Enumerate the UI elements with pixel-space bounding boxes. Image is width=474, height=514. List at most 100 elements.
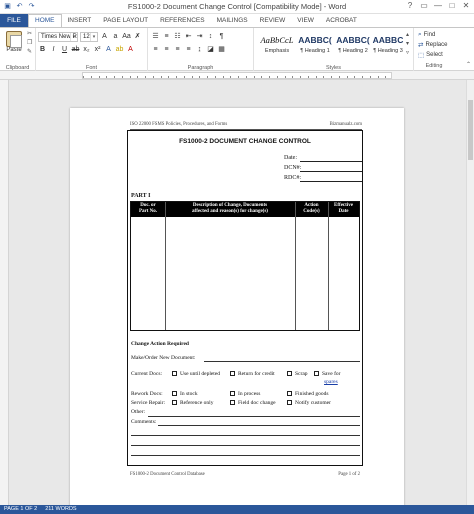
bullets-icon[interactable]: ☰: [151, 32, 160, 41]
word-count[interactable]: 211 WORDS: [45, 505, 76, 514]
notify-customer-option[interactable]: Notify customer: [287, 400, 331, 406]
ribbon-display-icon[interactable]: ▭: [419, 1, 429, 11]
vertical-scrollbar[interactable]: [466, 80, 474, 505]
select-button[interactable]: ⬚ Select: [418, 51, 443, 59]
grow-font-icon[interactable]: A: [100, 32, 109, 41]
checkbox[interactable]: [230, 391, 235, 397]
cut-icon[interactable]: ✂: [27, 31, 36, 38]
clipboard-icon: [6, 31, 22, 48]
comments-line[interactable]: [131, 435, 360, 436]
ruler-tick: [160, 76, 162, 78]
field-doc-option[interactable]: Field doc change: [230, 400, 276, 406]
shading-icon[interactable]: ◪: [206, 45, 215, 54]
checkbox[interactable]: [230, 371, 235, 377]
tab-page-layout[interactable]: PAGE LAYOUT: [97, 14, 154, 27]
find-button[interactable]: ⌕ Find: [418, 31, 435, 39]
align-right-icon[interactable]: ≡: [173, 45, 182, 54]
copy-icon[interactable]: ❐: [27, 40, 36, 47]
checkbox[interactable]: [230, 400, 235, 406]
paste-button[interactable]: Paste: [4, 31, 24, 53]
numbering-icon[interactable]: ≡: [162, 32, 171, 41]
save-for-option[interactable]: Save for: [314, 371, 340, 377]
ribbon-tabs: FILE HOME INSERT PAGE LAYOUT REFERENCES …: [0, 14, 474, 27]
close-icon[interactable]: ✕: [461, 1, 471, 11]
comments-line[interactable]: [131, 455, 360, 456]
style-sample: AABBC: [372, 35, 404, 45]
comments-line[interactable]: [158, 425, 360, 426]
italic-icon[interactable]: I: [49, 45, 58, 54]
checkbox[interactable]: [172, 391, 177, 397]
subscript-icon[interactable]: x₂: [82, 45, 91, 54]
other-line[interactable]: [148, 416, 360, 417]
rdc-field[interactable]: RDC#:: [284, 175, 362, 182]
decrease-indent-icon[interactable]: ⇤: [184, 32, 193, 41]
checkbox[interactable]: [287, 400, 292, 406]
highlight-icon[interactable]: ab: [115, 45, 124, 54]
help-icon[interactable]: ?: [405, 1, 415, 11]
return-credit-option[interactable]: Return for credit: [230, 371, 275, 377]
style-heading-2[interactable]: AABBC( ¶ Heading 2: [334, 31, 372, 57]
change-table[interactable]: Doc. or Part No. Description of Change, D…: [130, 201, 360, 331]
justify-icon[interactable]: ≡: [184, 45, 193, 54]
show-marks-icon[interactable]: ¶: [217, 32, 226, 41]
shrink-font-icon[interactable]: a: [111, 32, 120, 41]
bold-icon[interactable]: B: [38, 45, 47, 54]
borders-icon[interactable]: ▦: [217, 45, 226, 54]
checkbox[interactable]: [172, 400, 177, 406]
checkbox[interactable]: [287, 371, 292, 377]
change-case-icon[interactable]: Aa: [122, 32, 131, 41]
styles-scroll[interactable]: ▴ ▾ ▿: [406, 31, 413, 58]
finished-goods-option[interactable]: Finished goods: [287, 391, 328, 397]
font-name-combo[interactable]: Times New R ▾: [38, 32, 78, 42]
scrap-option[interactable]: Scrap: [287, 371, 308, 377]
replace-button[interactable]: ⇄ Replace: [418, 41, 447, 49]
strikethrough-icon[interactable]: ab: [71, 45, 80, 54]
checkbox[interactable]: [172, 371, 177, 377]
minimize-icon[interactable]: —: [433, 1, 443, 11]
scrollbar-thumb[interactable]: [468, 100, 473, 160]
align-left-icon[interactable]: ≡: [151, 45, 160, 54]
horizontal-ruler[interactable]: [0, 71, 474, 80]
style-heading-1[interactable]: AABBC( ¶ Heading 1: [296, 31, 334, 57]
style-emphasis[interactable]: AaBbCcL Emphasis: [258, 31, 296, 57]
dcn-field[interactable]: DCN#:: [284, 165, 362, 172]
checkbox[interactable]: [314, 371, 319, 377]
maximize-icon[interactable]: □: [447, 1, 457, 11]
tab-review[interactable]: REVIEW: [254, 14, 292, 27]
make-order-line[interactable]: [204, 361, 360, 362]
tab-view[interactable]: VIEW: [291, 14, 320, 27]
sort-icon[interactable]: ↕: [206, 32, 215, 41]
tab-acrobat[interactable]: ACROBAT: [320, 14, 363, 27]
style-heading-3[interactable]: AABBC ¶ Heading 3: [370, 31, 406, 57]
in-process-option[interactable]: In process: [230, 391, 260, 397]
style-name: ¶ Heading 1: [300, 48, 330, 54]
tab-mailings[interactable]: MAILINGS: [211, 14, 254, 27]
increase-indent-icon[interactable]: ⇥: [195, 32, 204, 41]
tab-references[interactable]: REFERENCES: [154, 14, 210, 27]
font-size-combo[interactable]: 12 ▾: [80, 32, 98, 42]
style-name: Emphasis: [264, 48, 290, 54]
text-effects-icon[interactable]: A: [104, 45, 113, 54]
clear-format-icon[interactable]: ✗: [133, 32, 142, 41]
collapse-ribbon-icon[interactable]: ⌃: [466, 61, 471, 68]
comments-line[interactable]: [131, 445, 360, 446]
tab-file[interactable]: FILE: [0, 14, 28, 27]
multilevel-list-icon[interactable]: ☷: [173, 32, 182, 41]
checkbox[interactable]: [287, 391, 292, 397]
ruler-tick: [121, 76, 123, 78]
superscript-icon[interactable]: x²: [93, 45, 102, 54]
reference-only-option[interactable]: Reference only: [172, 400, 213, 406]
ruler-tick: [214, 76, 216, 78]
in-stock-option[interactable]: In stock: [172, 391, 198, 397]
use-until-option[interactable]: Use until depleted: [172, 371, 220, 377]
font-color-icon[interactable]: A: [126, 45, 135, 54]
date-field[interactable]: Date:: [284, 155, 362, 162]
underline-icon[interactable]: U: [60, 45, 69, 54]
tab-home[interactable]: HOME: [28, 14, 62, 27]
align-center-icon[interactable]: ≡: [162, 45, 171, 54]
line-spacing-icon[interactable]: ↨: [195, 45, 204, 54]
format-painter-icon[interactable]: ✎: [27, 49, 36, 56]
page-count[interactable]: PAGE 1 OF 2: [4, 505, 37, 514]
tab-insert[interactable]: INSERT: [62, 14, 98, 27]
vertical-ruler[interactable]: [0, 80, 9, 505]
